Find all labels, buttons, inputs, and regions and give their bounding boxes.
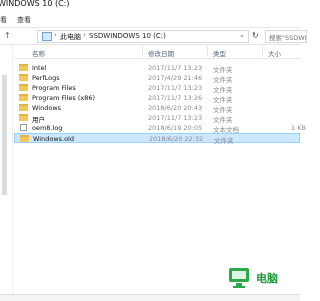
watermark-text: 电脑 [256,272,278,285]
column-header: 名称 修改日期 类型 大小 [14,45,300,59]
column-divider[interactable] [142,46,143,57]
file-name: Intel [32,64,47,72]
breadcrumb-drive[interactable]: SSDWINDOWS 10 (C:) [89,32,166,40]
address-bar-row: ↑ › 此电脑 › SSDWINDOWS 10 (C:) ⌄ ↻ 搜索"SSDW… [0,28,307,45]
folder-icon [19,104,28,111]
this-pc-icon [42,32,52,41]
file-row-users[interactable]: 用户 2017/11/7 13:23 文件夹 [14,113,300,124]
menu-bar: 看 查看 [0,11,300,28]
file-row-windows-old[interactable]: Windows.old 2018/6/20 22:32 文件夹 [14,133,300,145]
file-row-program-files-x86[interactable]: Program Files (x86) 2017/11/7 13:26 文件夹 [14,93,300,104]
file-name: oem8.log [32,124,63,132]
chevron-right-icon[interactable]: › [83,31,86,39]
breadcrumb-this-pc[interactable]: 此电脑 [60,32,81,42]
file-name: Program Files (x86) [32,94,96,102]
file-date: 2017/11/7 13:26 [148,94,203,102]
navigation-scrollbar[interactable] [2,75,7,195]
folder-icon [19,114,28,121]
window-title: WINDOWS 10 (C:) [0,0,70,8]
folder-icon [19,94,28,101]
navigation-pane[interactable] [0,45,13,295]
chevron-right-icon[interactable]: › [54,31,57,39]
column-divider[interactable] [262,46,263,57]
column-name[interactable]: 名称 [32,48,45,58]
menu-item-view-tab[interactable]: 查看 [17,15,31,25]
address-box[interactable]: › 此电脑 › SSDWINDOWS 10 (C:) ⌄ [37,30,249,43]
menu-item-view[interactable]: 看 [0,15,7,25]
file-name: Windows [32,104,62,112]
file-row-perflogs[interactable]: PerfLogs 2017/4/29 21:46 文件夹 [14,73,300,84]
column-date[interactable]: 修改日期 [148,48,174,58]
file-date: 2017/11/7 13:23 [148,114,203,122]
file-type: 文件夹 [214,137,234,145]
up-arrow-icon[interactable]: ↑ [4,31,11,40]
file-date: 2018/6/19 20:05 [148,124,203,132]
chevron-down-icon[interactable]: ⌄ [239,31,245,39]
refresh-icon[interactable]: ↻ [252,31,262,41]
column-type[interactable]: 类型 [213,48,226,58]
file-size: 1 KB [291,124,306,132]
file-name: Program Files [32,84,76,92]
computer-icon [229,268,249,288]
folder-icon [20,135,29,142]
file-name: PerfLogs [32,74,60,82]
file-row-program-files[interactable]: Program Files 2017/11/7 13:23 文件夹 [14,83,300,94]
title-bar: WINDOWS 10 (C:) [0,0,300,10]
file-date: 2017/4/29 21:46 [148,74,203,82]
search-input[interactable]: 搜索"SSDWIN [265,30,307,43]
folder-icon [19,84,28,91]
file-name: Windows.old [33,135,74,143]
text-file-icon [20,124,27,131]
column-size[interactable]: 大小 [268,48,281,58]
folder-icon [19,64,28,71]
file-date: 2017/11/7 13:23 [148,64,203,72]
file-date: 2017/11/7 13:23 [148,84,203,92]
file-row-intel[interactable]: Intel 2017/11/7 13:23 文件夹 [14,63,300,74]
folder-icon [19,74,28,81]
watermark-logo: 电脑 [226,262,300,296]
file-row-oem8-log[interactable]: oem8.log 2018/6/19 20:05 文本文档 1 KB [14,123,306,134]
file-row-windows[interactable]: Windows 2018/6/20 20:43 文件夹 [14,103,300,114]
file-date: 2018/6/20 20:43 [148,104,203,112]
column-divider[interactable] [207,46,208,57]
file-date: 2018/6/20 22:32 [149,135,204,143]
search-placeholder: 搜索"SSDWIN [269,34,307,42]
